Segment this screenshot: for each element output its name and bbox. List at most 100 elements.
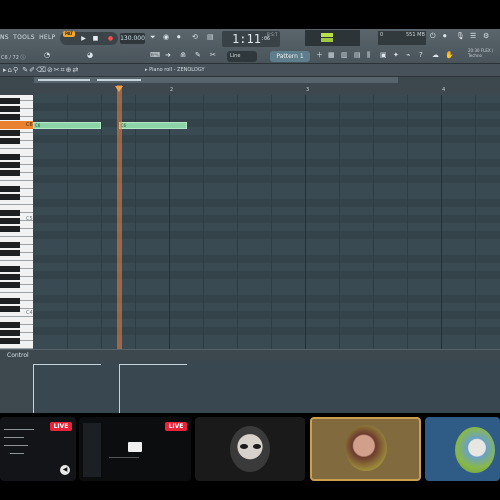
bar-number: 2 xyxy=(170,87,174,93)
velocity-stem[interactable] xyxy=(118,364,120,413)
note-grid[interactable]: C6 C6 xyxy=(33,95,500,349)
plugin-picker-icon[interactable]: ✦ xyxy=(393,51,399,60)
grid-line xyxy=(101,95,102,349)
scroll-thumb-2[interactable] xyxy=(97,79,141,81)
stop-button[interactable]: ■ xyxy=(91,33,100,44)
black-key[interactable] xyxy=(0,130,20,136)
black-key[interactable] xyxy=(0,106,20,112)
grid-line xyxy=(441,95,442,349)
mixer-window-icon[interactable]: ⫼ xyxy=(367,51,370,60)
velocity-level[interactable] xyxy=(118,364,187,365)
touch-icon[interactable]: ✋ xyxy=(445,51,454,60)
black-key[interactable] xyxy=(0,266,20,272)
record-button[interactable]: ● xyxy=(105,33,116,44)
output-monitor xyxy=(305,30,360,46)
velocity-level[interactable] xyxy=(33,364,101,365)
black-key[interactable] xyxy=(0,162,20,168)
event-lane[interactable] xyxy=(33,361,500,413)
black-key[interactable] xyxy=(0,274,20,280)
menu-item-tools[interactable]: TOOLS xyxy=(13,34,35,41)
mic-icon[interactable]: 🎙 xyxy=(456,32,465,41)
black-key[interactable] xyxy=(0,330,20,336)
playlist-icon[interactable]: ▦ xyxy=(328,51,335,60)
black-key[interactable] xyxy=(0,114,20,120)
master-knob-icon[interactable]: ◔ xyxy=(44,51,50,60)
stream-card-5[interactable] xyxy=(425,417,500,481)
record-audio-icon[interactable]: ⏺ xyxy=(443,32,447,41)
note-1[interactable]: C6 xyxy=(33,122,101,129)
cpu-memory-panel: 0 551 MB xyxy=(378,31,426,45)
power-icon[interactable]: ⏻ xyxy=(430,32,436,41)
stream-card-4[interactable] xyxy=(310,417,421,481)
velocity-stem[interactable] xyxy=(33,364,34,413)
countdown-icon[interactable]: ⏺ xyxy=(177,33,181,42)
grid-line xyxy=(237,95,238,349)
tempo-display[interactable]: 130.000 xyxy=(120,33,145,44)
black-key[interactable] xyxy=(0,242,20,248)
piano-roll-icon[interactable]: ▥ xyxy=(341,51,348,60)
time-main: 1:11 xyxy=(232,32,261,46)
stream-card-3[interactable] xyxy=(195,417,305,481)
grid-row-dark xyxy=(33,135,500,143)
black-key[interactable] xyxy=(0,218,20,224)
scroll-thumb[interactable] xyxy=(38,79,90,81)
black-key[interactable] xyxy=(0,98,20,104)
horizontal-scrollbar[interactable] xyxy=(34,77,398,83)
stream-card-2[interactable]: LIVE xyxy=(79,417,191,481)
mute-icon[interactable]: ◀ xyxy=(60,465,70,475)
black-key[interactable] xyxy=(0,250,20,256)
black-key[interactable] xyxy=(0,138,20,144)
brush-icon[interactable]: ✎ xyxy=(195,51,201,60)
black-key[interactable] xyxy=(0,170,20,176)
playhead-marker-icon[interactable] xyxy=(115,86,123,92)
piano-roll-tools[interactable]: ▸⌂⚲ ✎✐⌫⊘✂⌗⊕⇄ xyxy=(3,66,79,75)
grid-row-dark xyxy=(33,311,500,319)
loop-record-icon[interactable]: ⟲ xyxy=(192,33,198,42)
black-key[interactable] xyxy=(0,282,20,288)
arrow-icon[interactable]: ➜ xyxy=(165,51,171,60)
grid-row-dark xyxy=(33,215,500,223)
settings-icon[interactable]: ⚙ xyxy=(483,32,489,41)
black-key[interactable] xyxy=(0,338,20,344)
slice-icon[interactable]: ✂ xyxy=(210,51,216,60)
event-lane-label[interactable]: Control xyxy=(7,352,29,359)
keyboard-icon[interactable]: ⌨ xyxy=(150,51,160,60)
pat-song-toggle[interactable]: PAT xyxy=(63,31,75,37)
black-key[interactable] xyxy=(0,298,20,304)
wait-icon[interactable]: ◉ xyxy=(163,33,169,42)
play-button[interactable]: ▶ xyxy=(78,33,89,44)
tempo-tapper-icon[interactable]: ⌁ xyxy=(406,51,410,60)
add-pattern-icon[interactable]: ＋ xyxy=(316,51,323,60)
step-edit-icon[interactable]: ▤ xyxy=(207,33,214,42)
note-label: C6 xyxy=(35,123,41,128)
black-key[interactable] xyxy=(0,194,20,200)
piano-keyboard[interactable]: C6 C5 C4 xyxy=(0,95,33,349)
menu-item-help[interactable]: HELP xyxy=(39,34,55,41)
mixer-icon[interactable]: ☰ xyxy=(470,32,476,41)
pitch-knob-icon[interactable]: ◕ xyxy=(87,51,93,60)
grid-line xyxy=(169,95,170,349)
help-icon[interactable]: ? xyxy=(419,51,423,60)
metronome-icon[interactable]: ⏷ xyxy=(150,33,156,42)
stream-card-1[interactable]: LIVE ◀ xyxy=(0,417,76,481)
channel-rack-icon[interactable]: ▤ xyxy=(354,51,361,60)
grid-line xyxy=(373,95,374,349)
snap-selector[interactable]: Line xyxy=(227,51,257,62)
black-key[interactable] xyxy=(0,210,20,216)
pattern-selector[interactable]: Pattern 1 xyxy=(270,51,310,62)
magnet-icon[interactable]: ⋒ xyxy=(180,51,186,60)
black-key[interactable] xyxy=(0,154,20,160)
black-key[interactable] xyxy=(0,306,20,312)
black-key[interactable] xyxy=(0,322,20,328)
note-2[interactable]: C6 xyxy=(118,122,187,129)
black-key[interactable] xyxy=(0,186,20,192)
black-key[interactable] xyxy=(0,226,20,232)
browser-icon[interactable]: ▣ xyxy=(380,51,387,60)
cloud-icon[interactable]: ☁ xyxy=(432,51,439,60)
key-label-c5: C5 xyxy=(26,216,33,222)
time-unit: B:S:T xyxy=(267,32,278,37)
c6-key-highlight[interactable]: C6 xyxy=(0,121,33,129)
bar-number: 3 xyxy=(306,87,310,93)
grid-line xyxy=(407,95,408,349)
menu-item-options[interactable]: NS xyxy=(0,34,9,41)
